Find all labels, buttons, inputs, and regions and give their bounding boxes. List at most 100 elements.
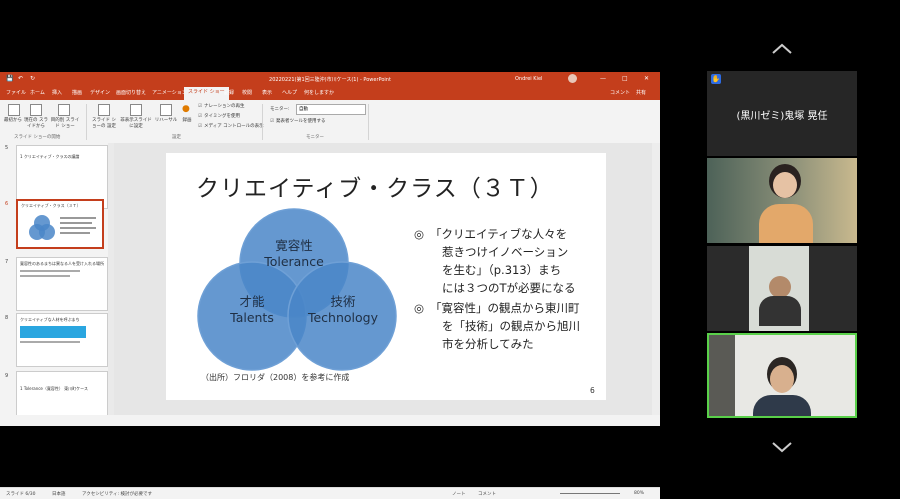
tab-help[interactable]: ヘルプ [282,89,297,96]
custom-show-icon[interactable] [58,104,70,116]
chevron-down-icon[interactable] [770,440,794,454]
setup-show-button[interactable]: スライド ショーの 設定 [90,117,118,129]
from-current-button[interactable]: 現在の スライドから [22,117,50,129]
monitor-group-label: モニター [306,135,324,140]
tab-insert[interactable]: 挿入 [52,89,62,96]
comments-button[interactable]: コメント [610,89,630,96]
window-title: 20220221(第1回三陸沖)市川ケース(1) - PowerPoint [269,77,391,83]
monitor-select[interactable]: 自動 [296,104,366,115]
record-button[interactable]: 録画 [178,117,196,123]
thumb-text: 寛容性のあるまちは異なる人を受け入れる場所 [20,261,104,266]
tab-review[interactable]: 校閲 [242,89,252,96]
slide-counter: スライド 6/30 [6,492,36,497]
thumb-number: 9 [5,373,9,379]
divider [368,104,369,140]
rehearse-button[interactable]: リハーサル [154,117,178,123]
participant-video-1[interactable] [707,158,857,243]
participant-name: (黒川ゼミ)鬼塚 晃任 [736,111,828,122]
close-button[interactable]: ✕ [644,75,649,82]
thumb-text: 1 Tolerance（寛容性） 東川町ケース [20,386,88,391]
tab-home[interactable]: ホーム [30,89,45,96]
bullet-marker: ◎ [414,227,425,241]
autosave-icon[interactable]: 💾 [6,75,13,82]
status-bar: スライド 6/30 日本語 アクセシビリティ: 検討が必要です ノート コメント… [0,487,660,499]
raise-hand-icon: ✋ [711,74,721,84]
tab-draw[interactable]: 描画 [72,89,82,96]
timings-checkbox[interactable]: タイミングを使用 [198,113,240,119]
thumb-venn [29,215,96,240]
venn-label-talents: 才能 Talents [230,294,274,325]
presenter-view-checkbox[interactable]: 発表者ツールを使用する [270,118,326,124]
user-name[interactable]: Ondrei Kiel [515,76,542,82]
tab-view[interactable]: 表示 [262,89,272,96]
slide-thumbnail-8[interactable]: クリエイティブな人材を呼ぶまち [16,313,108,367]
thumb-number: 8 [5,315,9,321]
slide-thumbnail-pane[interactable]: 5 1 クリエイティブ・クラスの議論 6 クリエイティブ・クラス（３Ｔ） 7 寛… [0,143,110,415]
slide-thumbnail-9[interactable]: 1 Tolerance（寛容性） 東川町ケース [16,371,108,415]
comments-toggle[interactable]: コメント [478,491,496,497]
hide-slide-button[interactable]: 非表示スライド に設定 [120,117,152,129]
notes-button[interactable]: ノート [452,491,466,497]
slide-page-number: 6 [590,386,595,395]
zoom-slider[interactable] [560,493,620,494]
person-body [759,296,801,326]
record-icon[interactable]: ● [182,104,190,114]
zoom-gallery-panel: ✋ (黒川ゼミ)鬼塚 晃任 [660,0,900,499]
language-indicator[interactable]: 日本語 [52,491,66,497]
divider [262,104,263,140]
participant-video-2[interactable] [707,246,857,331]
thumb-text: 1 クリエイティブ・クラスの議論 [20,154,80,159]
tab-slideshow[interactable]: スライド ショー [184,87,229,100]
person-body [759,204,813,243]
avatar[interactable] [568,74,577,83]
maximize-button[interactable]: □ [622,75,628,82]
slide-thumbnail-6[interactable]: クリエイティブ・クラス（３Ｔ） [16,199,104,249]
redo-icon[interactable]: ↻ [30,75,35,82]
divider [86,104,87,140]
tab-transitions[interactable]: 画面切り替え [116,89,146,96]
rehearse-icon[interactable] [160,104,172,116]
minimize-button[interactable]: — [600,75,606,82]
custom-show-button[interactable]: 目的別 スライド ショー [50,117,80,129]
editor-scrollbar[interactable] [652,143,660,415]
person-face [773,172,797,198]
participant-video-active-speaker[interactable] [707,333,857,418]
share-button[interactable]: 共有 [636,89,646,96]
undo-icon[interactable]: ↶ [18,75,23,82]
from-beginning-icon[interactable] [8,104,20,116]
slide-thumbnail-7[interactable]: 寛容性のあるまちは異なる人を受け入れる場所 [16,257,108,311]
participant-tile-name-only[interactable]: ✋ (黒川ゼミ)鬼塚 晃任 [707,71,857,156]
slide-source-note: （出所）フロリダ（2008）を参考に作成 [201,373,350,382]
ribbon-tabs: ファイル ホーム 挿入 描画 デザイン 画面切り替え アニメーション スライド … [0,86,660,100]
title-bar: 💾 ↶ ↻ 20220221(第1回三陸沖)市川ケース(1) - PowerPo… [0,72,660,86]
hide-slide-icon[interactable] [130,104,142,116]
monitor-label: モニター: [270,107,290,112]
thumb-number: 6 [5,201,9,207]
ribbon: 最初から 現在の スライドから 目的別 スライド ショー スライド ショーの開始… [0,100,660,144]
tab-file[interactable]: ファイル [6,89,26,96]
zoom-level[interactable]: 80% [634,491,644,496]
chevron-up-icon[interactable] [770,42,794,56]
tab-record[interactable]: 記録 [224,89,234,96]
thumb-number: 5 [5,145,9,151]
from-current-icon[interactable] [30,104,42,116]
bullet-text-2: 「寛容性」の観点から東川町 を「技術」の観点から旭川 市を分析してみた [430,301,580,351]
thumb-text: クリエイティブ・クラス（３Ｔ） [21,203,81,208]
thumb-number: 7 [5,259,9,265]
accessibility-status[interactable]: アクセシビリティ: 検討が必要です [82,491,152,497]
media-controls-checkbox[interactable]: メディア コントロールの表示 [198,123,264,129]
setup-group-label: 設定 [172,135,181,140]
setup-show-icon[interactable] [98,104,110,116]
tell-me-search[interactable]: 何をしますか [304,89,334,96]
narration-checkbox[interactable]: ナレーションの再生 [198,103,244,109]
person-body [753,395,811,416]
tab-animations[interactable]: アニメーション [152,89,187,96]
person-face [770,365,794,393]
tab-design[interactable]: デザイン [90,89,110,96]
thumb-text: クリエイティブな人材を呼ぶまち [20,317,80,322]
person-face [769,276,791,298]
start-group-label: スライド ショーの開始 [14,135,61,140]
venn-label-tolerance: 寛容性 Tolerance [264,238,324,269]
venn-label-technology: 技術 Technology [307,294,379,325]
current-slide[interactable]: クリエイティブ・クラス（３Ｔ） 寛容性 Tolerance 才能 Talents 技… [166,153,606,400]
